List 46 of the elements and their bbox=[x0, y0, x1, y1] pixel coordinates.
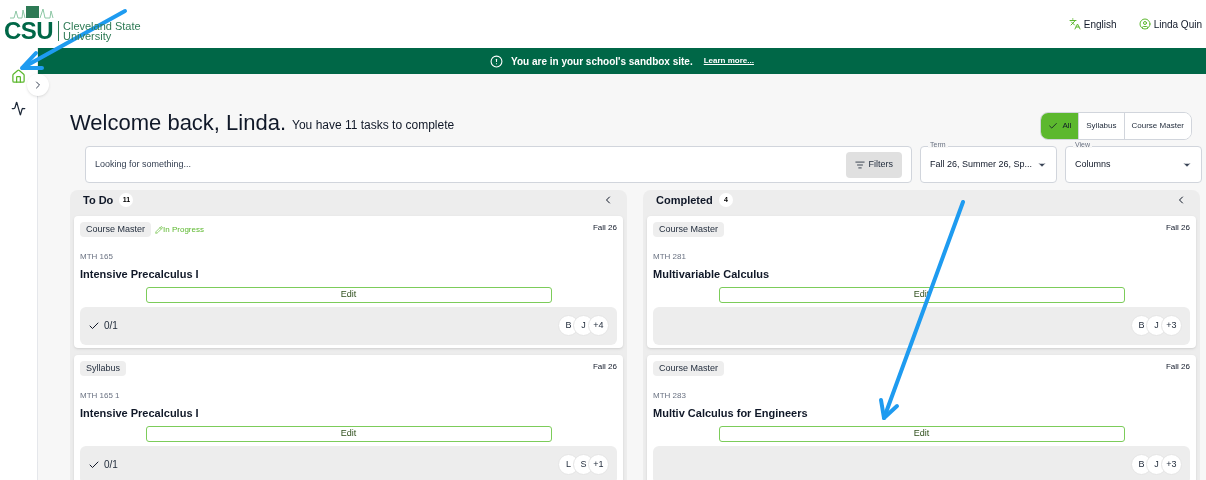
course-code: MTH 283 bbox=[653, 390, 686, 402]
check-icon bbox=[1048, 121, 1059, 131]
course-code: MTH 281 bbox=[653, 251, 686, 263]
type-tag: Course Master bbox=[653, 360, 725, 376]
column-title: Completed bbox=[656, 193, 713, 208]
user-icon bbox=[1138, 18, 1151, 30]
search-field[interactable]: Looking for something... Filters bbox=[85, 146, 912, 183]
alert-icon bbox=[490, 54, 504, 68]
edit-button[interactable]: Edit bbox=[145, 286, 552, 303]
skyline-icon bbox=[10, 5, 54, 19]
course-title: Multivariable Calculus bbox=[653, 267, 770, 282]
edit-button[interactable]: Edit bbox=[718, 425, 1125, 442]
filters-button[interactable]: Filters bbox=[845, 151, 902, 178]
translate-icon bbox=[1068, 18, 1081, 30]
filter-tab[interactable]: Course Master bbox=[1123, 113, 1191, 139]
avatar: +1 bbox=[588, 454, 609, 475]
user-name[interactable]: Linda Quin bbox=[1153, 16, 1202, 32]
avatar: +3 bbox=[1161, 454, 1182, 475]
language-selector[interactable]: English bbox=[1083, 16, 1117, 32]
progress-count: 0/1 bbox=[104, 458, 118, 472]
avatar: +3 bbox=[1161, 315, 1182, 336]
filter-icon bbox=[854, 159, 865, 170]
learn-more-link[interactable]: Learn more... bbox=[703, 55, 754, 67]
course-title: Multiv Calculus for Engineers bbox=[653, 406, 808, 421]
banner-message: You are in your school's sandbox site. bbox=[511, 54, 693, 69]
type-tag: Syllabus bbox=[80, 360, 127, 376]
status-label: In Progress bbox=[163, 223, 204, 236]
pencil-icon bbox=[155, 225, 164, 234]
type-tag: Course Master bbox=[80, 221, 152, 237]
course-code: MTH 165 bbox=[80, 251, 113, 263]
welcome-title: Welcome back, Linda. bbox=[70, 112, 287, 134]
course-title: Intensive Precalculus I bbox=[80, 267, 199, 282]
progress-count: 0/1 bbox=[104, 319, 118, 333]
filter-tab[interactable]: All bbox=[1041, 113, 1079, 139]
term-label: Fall 26 bbox=[1166, 360, 1190, 373]
avatar: +4 bbox=[588, 315, 609, 336]
term-label: Fall 26 bbox=[593, 360, 617, 373]
column-title: To Do bbox=[83, 193, 114, 208]
course-title: Intensive Precalculus I bbox=[80, 406, 199, 421]
type-tag: Course Master bbox=[653, 221, 725, 237]
logo-mark: CSU bbox=[4, 19, 53, 43]
edit-button[interactable]: Edit bbox=[145, 425, 552, 442]
term-label: Fall 26 bbox=[593, 221, 617, 234]
course-code: MTH 165 1 bbox=[80, 390, 120, 402]
welcome-subtitle: You have 11 tasks to complete bbox=[292, 117, 455, 134]
term-label: Fall 26 bbox=[1166, 221, 1190, 234]
